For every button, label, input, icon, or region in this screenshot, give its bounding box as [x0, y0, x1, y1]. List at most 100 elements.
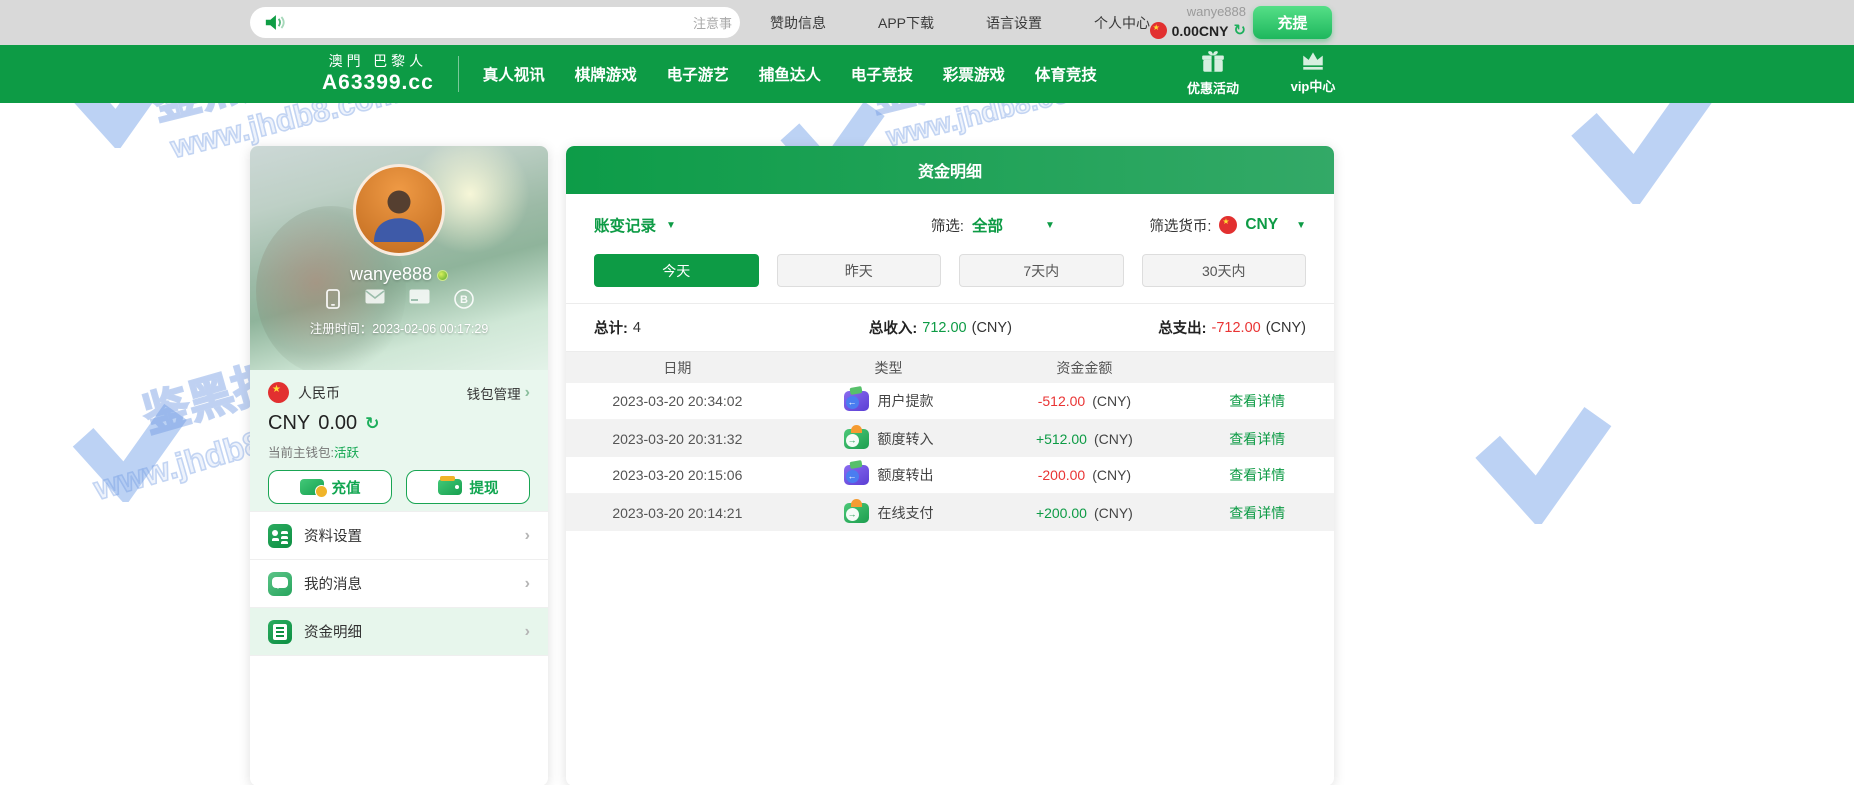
view-detail-link[interactable]: 查看详情: [1229, 431, 1285, 447]
sidebar-menu-label: 资料设置: [304, 525, 521, 546]
transaction-type-icon: [844, 465, 869, 485]
nav-menu-item[interactable]: 电子竞技: [849, 57, 915, 91]
cell-amount: +512.00 (CNY): [988, 431, 1180, 447]
view-detail-link[interactable]: 查看详情: [1229, 393, 1285, 409]
wallet-status-active: 活跃: [334, 446, 359, 460]
table-row: 2023-03-20 20:15:06 额度转出 -200.00 (CNY) 查…: [566, 457, 1334, 494]
chevron-right-icon: [525, 384, 530, 402]
sidebar-menu-item[interactable]: 资金明细: [250, 607, 548, 655]
date-range-tabs: 今天昨天 7天内 30天内: [566, 250, 1334, 303]
table-header-amount: 资金金额: [988, 358, 1180, 378]
cell-date: 2023-03-20 20:15:06: [566, 467, 789, 483]
topbar-link[interactable]: 赞助信息: [770, 13, 826, 33]
bank-card-icon[interactable]: [409, 289, 430, 304]
logo-domain: A63399.cc: [322, 72, 434, 93]
amount-unit: (CNY): [1092, 393, 1131, 409]
nav-right-shortcuts: 优惠活动 vip中心: [1180, 49, 1346, 97]
mail-icon[interactable]: [365, 289, 385, 304]
site-logo[interactable]: 澳門 巴黎人 A63399.cc: [322, 55, 434, 93]
nav-menu-item[interactable]: 电子游艺: [665, 57, 731, 91]
amount-value: -200.00: [1038, 467, 1085, 483]
china-flag-icon: [1219, 216, 1237, 234]
amount-unit: (CNY): [1092, 467, 1131, 483]
amount-value: +200.00: [1036, 505, 1087, 521]
summary-row: 总计: 4 总收入: 712.00 (CNY) 总支出: -712.00 (CN…: [566, 303, 1334, 352]
topbar-link[interactable]: 语言设置: [986, 13, 1042, 33]
crown-icon: [1300, 49, 1326, 73]
user-sidebar: wanye888 B 注册时间：2023-02-06 00:17:29: [250, 146, 548, 785]
sidebar-menu-icon: [268, 524, 292, 548]
china-flag-icon: [268, 382, 289, 403]
cell-date: 2023-03-20 20:14:21: [566, 505, 789, 521]
transaction-type-label: 在线支付: [878, 503, 934, 523]
topbar-links: 赞助信息APP下载语言设置个人中心: [770, 0, 1150, 45]
filter-dropdown[interactable]: 筛选: 全部: [931, 214, 1055, 236]
phone-icon[interactable]: [325, 289, 341, 309]
speaker-icon: [264, 13, 286, 32]
transaction-type-label: 用户提款: [878, 391, 934, 411]
funds-detail-panel: 资金明细 账变记录 筛选: 全部 筛选货币: CNY 今天昨天7天内30天内 总…: [566, 146, 1334, 785]
view-detail-link[interactable]: 查看详情: [1229, 505, 1285, 521]
deposit-withdraw-button[interactable]: 充提: [1253, 6, 1332, 39]
announcement-bar[interactable]: 注意事: [250, 7, 740, 38]
recharge-button[interactable]: 充值: [268, 470, 392, 504]
record-type-dropdown[interactable]: 账变记录: [594, 214, 676, 236]
avatar-person-icon: [369, 181, 429, 243]
profile-binding-icons: B: [250, 289, 548, 309]
sidebar-menu-item[interactable]: 资料设置: [250, 511, 548, 559]
cell-date: 2023-03-20 20:34:02: [566, 393, 789, 409]
topbar-username: wanye888: [1128, 3, 1246, 20]
nav-divider: [458, 56, 459, 92]
date-range-tab[interactable]: 30天内: [1142, 254, 1307, 287]
watermark-logo: [66, 398, 188, 502]
topbar-user-block[interactable]: wanye888 0.00CNY: [1128, 3, 1246, 39]
table-row: 2023-03-20 20:31:32 额度转入 +512.00 (CNY) 查…: [566, 420, 1334, 457]
avatar[interactable]: [353, 164, 445, 256]
date-range-tab[interactable]: 今天: [594, 254, 759, 287]
caret-down-icon: [666, 220, 676, 231]
bitcoin-icon[interactable]: B: [454, 289, 474, 309]
wallet-currency-code: CNY: [268, 412, 310, 435]
topbar-balance: 0.00CNY: [1172, 23, 1229, 39]
profile-card: wanye888 B 注册时间：2023-02-06 00:17:29: [250, 146, 548, 370]
amount-unit: (CNY): [1094, 431, 1133, 447]
wallet-manage-link[interactable]: 钱包管理: [467, 383, 521, 403]
refresh-balance-icon[interactable]: [1233, 23, 1246, 38]
amount-value: +512.00: [1036, 431, 1087, 447]
view-detail-link[interactable]: 查看详情: [1229, 467, 1285, 483]
nav-menu-item[interactable]: 彩票游戏: [941, 57, 1007, 91]
caret-down-icon: [1296, 220, 1306, 231]
main-nav: 澳門 巴黎人 A63399.cc 真人视讯棋牌游戏电子游艺捕鱼达人电子竞技彩票游…: [0, 45, 1854, 103]
vip-shortcut[interactable]: vip中心: [1280, 49, 1346, 97]
withdraw-button[interactable]: 提现: [406, 470, 530, 504]
cell-type: 用户提款: [789, 391, 989, 411]
sidebar-menu-item[interactable]: 我的消息: [250, 559, 548, 607]
currency-filter-dropdown[interactable]: 筛选货币: CNY: [1149, 215, 1306, 236]
svg-text:B: B: [460, 294, 468, 306]
amount-value: -512.00: [1038, 393, 1085, 409]
summary-outcome: 总支出: -712.00 (CNY): [1158, 317, 1306, 338]
wallet-amount: 0.00: [318, 412, 357, 435]
nav-menu-item[interactable]: 真人视讯: [481, 57, 547, 91]
nav-menu-item[interactable]: 棋牌游戏: [573, 57, 639, 91]
refresh-wallet-icon[interactable]: [365, 415, 379, 432]
logo-name: 澳門 巴黎人: [322, 55, 434, 69]
nav-menu: 真人视讯棋牌游戏电子游艺捕鱼达人电子竞技彩票游戏体育竞技: [481, 57, 1099, 91]
cell-type: 在线支付: [789, 503, 989, 523]
nav-menu-item[interactable]: 捕鱼达人: [757, 57, 823, 91]
date-range-tab[interactable]: 7天内: [959, 254, 1124, 287]
date-range-tab[interactable]: 昨天: [777, 254, 942, 287]
table-row: 2023-03-20 20:14:21 在线支付 +200.00 (CNY) 查…: [566, 494, 1334, 531]
sidebar-menu: 资料设置 我的消息 资金明细: [250, 511, 548, 655]
table-header-date: 日期: [566, 358, 789, 378]
promotions-shortcut[interactable]: 优惠活动: [1180, 49, 1246, 97]
nav-menu-item[interactable]: 体育竞技: [1033, 57, 1099, 91]
chevron-right-icon: [525, 527, 530, 545]
sidebar-menu-icon: [268, 620, 292, 644]
withdraw-wallet-icon: [438, 479, 462, 495]
currency-name: 人民币: [298, 383, 467, 403]
topbar: 注意事 赞助信息APP下载语言设置个人中心 wanye888 0.00CNY 充…: [0, 0, 1854, 45]
transaction-type-label: 额度转出: [878, 465, 934, 485]
sidebar-menu-partial-row: [250, 655, 548, 695]
topbar-link[interactable]: APP下载: [878, 13, 934, 33]
